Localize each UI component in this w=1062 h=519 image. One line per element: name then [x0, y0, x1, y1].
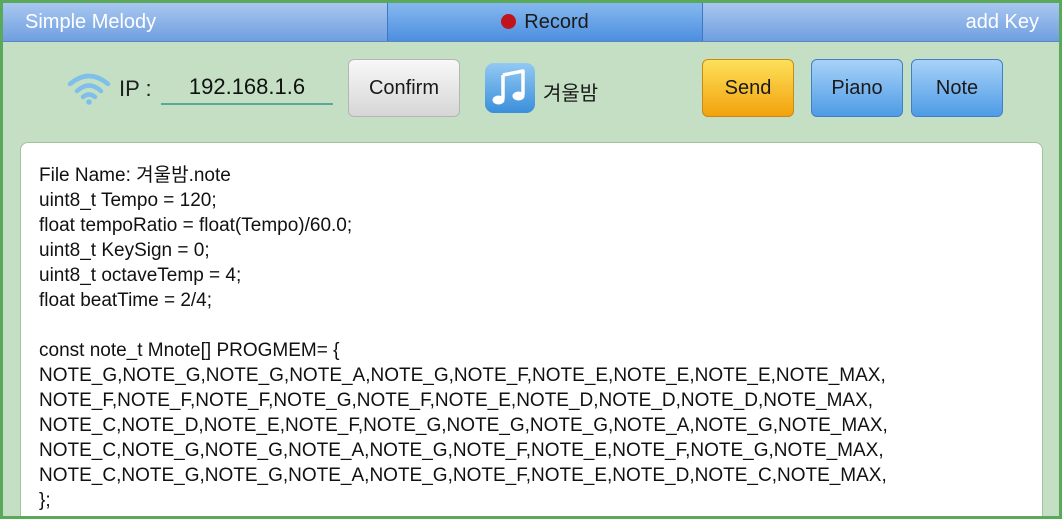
record-dot-icon	[501, 14, 517, 29]
music-note-icon[interactable]	[485, 63, 535, 113]
code-line: uint8_t octaveTemp = 4;	[39, 265, 242, 286]
song-name: 겨울밤	[543, 83, 599, 105]
tab-record[interactable]: Record	[387, 3, 703, 41]
note-button[interactable]: Note	[911, 59, 1003, 117]
code-line: NOTE_F,NOTE_F,NOTE_F,NOTE_G,NOTE_F,NOTE_…	[39, 390, 874, 411]
code-line: };	[39, 490, 51, 511]
tab-record-label: Record	[524, 11, 589, 33]
ip-address-input[interactable]	[161, 71, 333, 105]
code-line: NOTE_C,NOTE_G,NOTE_G,NOTE_A,NOTE_G,NOTE_…	[39, 440, 884, 461]
ip-label: IP :	[119, 76, 152, 101]
note-code-panel[interactable]: File Name: 겨울밤.note uint8_t Tempo = 120;…	[20, 142, 1043, 516]
code-line: NOTE_C,NOTE_D,NOTE_E,NOTE_F,NOTE_G,NOTE_…	[39, 415, 888, 436]
toolbar: IP : Confirm 겨울밤 Send Piano Note	[3, 41, 1059, 139]
app-window: Simple Melody Record add Key IP : Confir…	[0, 0, 1062, 519]
wifi-icon	[67, 73, 111, 105]
code-line: File Name: 겨울밤.note	[39, 165, 231, 186]
code-line: float tempoRatio = float(Tempo)/60.0;	[39, 215, 353, 236]
piano-button[interactable]: Piano	[811, 59, 903, 117]
tab-bar: Simple Melody Record add Key	[3, 3, 1059, 42]
code-line: float beatTime = 2/4;	[39, 290, 213, 311]
code-line: NOTE_C,NOTE_G,NOTE_G,NOTE_A,NOTE_G,NOTE_…	[39, 465, 887, 486]
code-line: uint8_t KeySign = 0;	[39, 240, 210, 261]
send-button[interactable]: Send	[702, 59, 794, 117]
tab-simple-melody[interactable]: Simple Melody	[25, 3, 156, 41]
code-line: NOTE_G,NOTE_G,NOTE_G,NOTE_A,NOTE_G,NOTE_…	[39, 365, 886, 386]
confirm-button[interactable]: Confirm	[348, 59, 460, 117]
code-line: uint8_t Tempo = 120;	[39, 190, 217, 211]
code-line: const note_t Mnote[] PROGMEM= {	[39, 340, 340, 361]
tab-add-key[interactable]: add Key	[966, 3, 1039, 41]
